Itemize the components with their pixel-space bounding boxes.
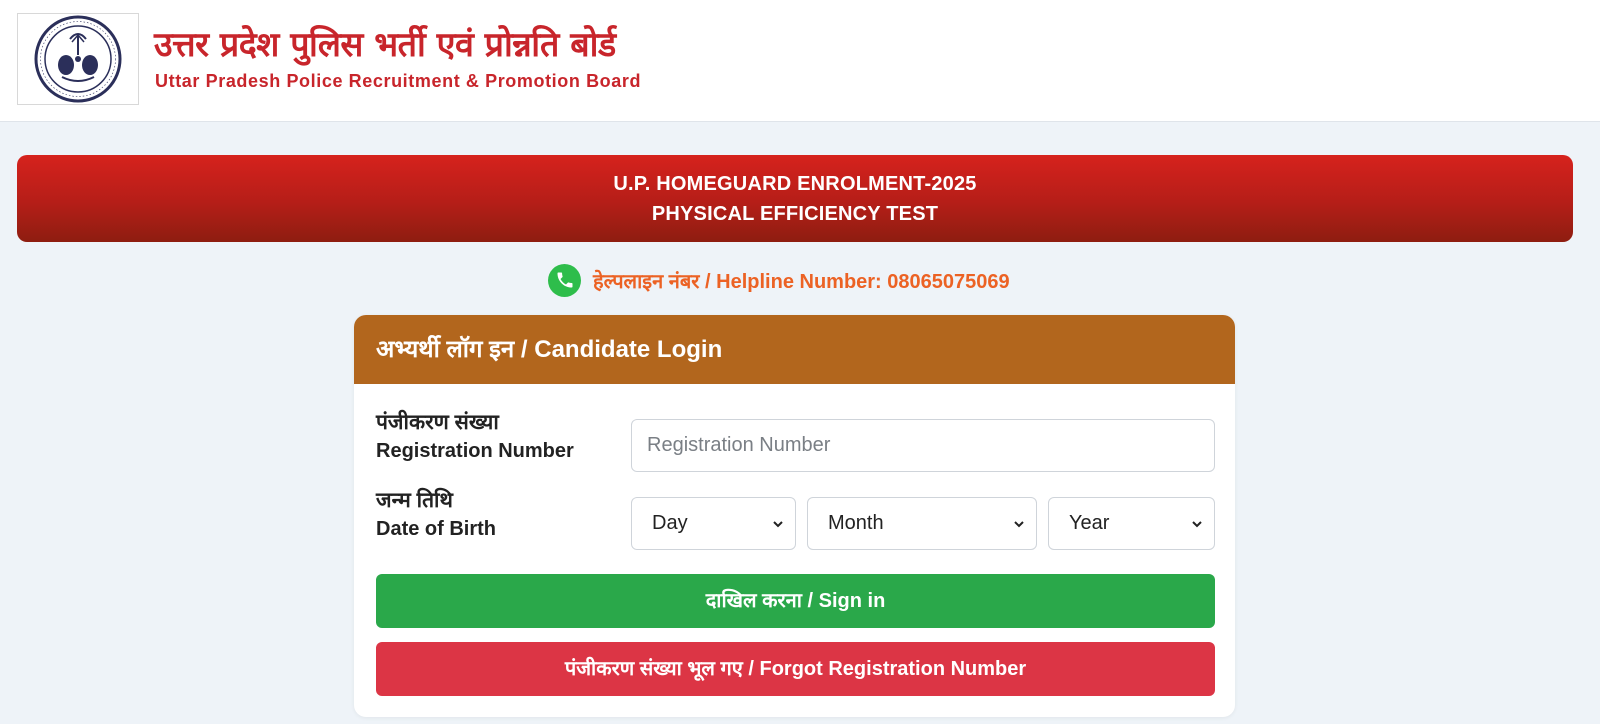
chevron-down-icon (1014, 520, 1024, 527)
dob-day-select[interactable]: Day (631, 497, 796, 550)
banner-line-1: U.P. HOMEGUARD ENROLMENT-2025 (613, 173, 977, 195)
dob-month-select[interactable]: Month (807, 497, 1037, 550)
dob-day-value: Day (652, 512, 688, 534)
forgot-registration-button[interactable]: पंजीकरण संख्या भूल गए / Forgot Registrat… (376, 642, 1215, 696)
dob-year-value: Year (1069, 512, 1110, 534)
login-card: अभ्यर्थी लॉग इन / Candidate Login पंजीकर… (354, 315, 1235, 717)
dob-year-select[interactable]: Year (1048, 497, 1215, 550)
enrolment-banner: U.P. HOMEGUARD ENROLMENT-2025 PHYSICAL E… (17, 155, 1573, 242)
helpline-text: हेल्पलाइन नंबर / Helpline Number: 080650… (593, 270, 1010, 293)
chevron-down-icon (1192, 520, 1202, 527)
board-logo[interactable] (17, 13, 139, 105)
chevron-down-icon (773, 520, 783, 527)
dob-label-hindi: जन्म तिथि (376, 489, 453, 512)
helpline: हेल्पलाइन नंबर / Helpline Number: 080650… (548, 263, 1010, 297)
sign-in-button[interactable]: दाखिल करना / Sign in (376, 574, 1215, 628)
dob-label: जन्म तिथि Date of Birth (376, 487, 496, 543)
dob-label-english: Date of Birth (376, 518, 496, 540)
login-card-title: अभ्यर्थी लॉग इन / Candidate Login (354, 315, 1235, 384)
registration-label-hindi: पंजीकरण संख्या (376, 411, 499, 434)
board-title-hindi: उत्तर प्रदेश पुलिस भर्ती एवं प्रोन्नति ब… (154, 25, 616, 65)
site-header: उत्तर प्रदेश पुलिस भर्ती एवं प्रोन्नति ब… (0, 0, 1600, 122)
dob-month-value: Month (828, 512, 884, 534)
registration-label-english: Registration Number (376, 440, 574, 462)
banner-line-2: PHYSICAL EFFICIENCY TEST (651, 203, 939, 225)
uppbpb-emblem-icon (34, 15, 122, 103)
registration-number-input[interactable] (631, 419, 1215, 472)
registration-label: पंजीकरण संख्या Registration Number (376, 409, 574, 465)
phone-icon (548, 263, 581, 297)
board-title-english: Uttar Pradesh Police Recruitment & Promo… (155, 71, 642, 91)
